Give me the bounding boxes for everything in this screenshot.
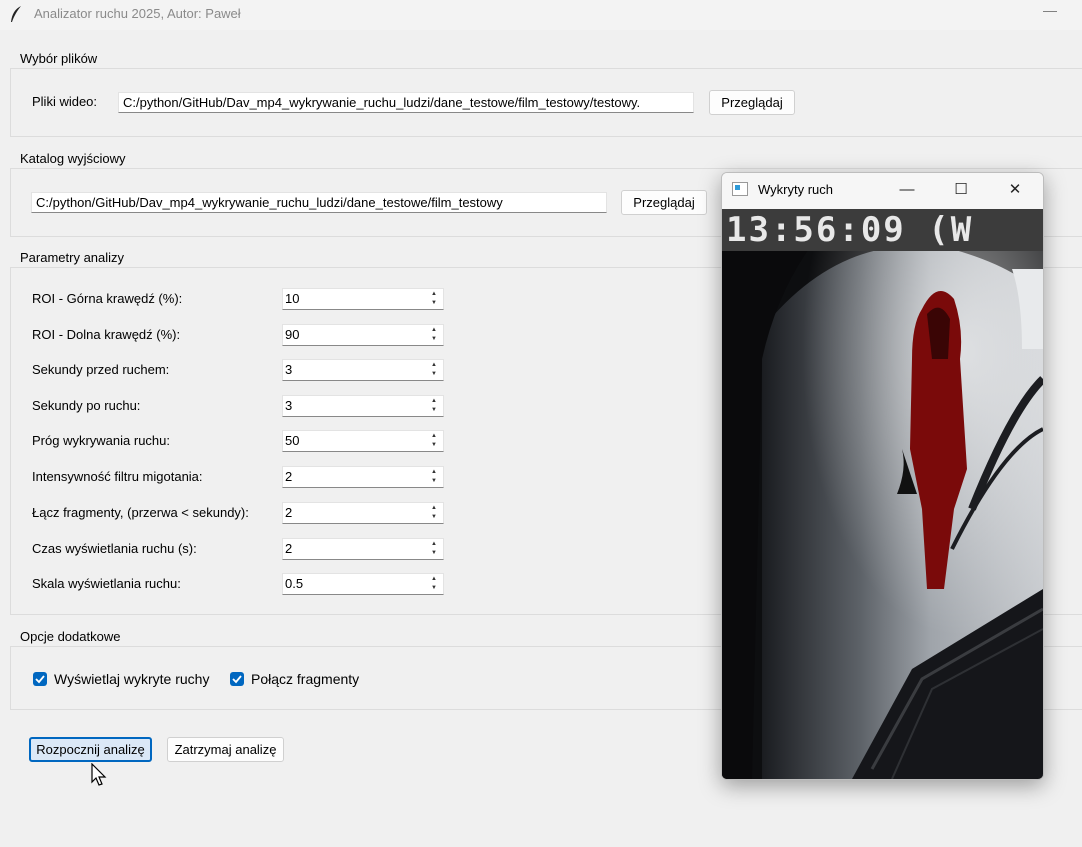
- spin-up-arrow-icon[interactable]: ▲: [427, 326, 441, 335]
- spin-down-arrow-icon[interactable]: ▼: [427, 406, 441, 415]
- spin-up-arrow-icon[interactable]: ▲: [427, 540, 441, 549]
- param-label-roi-bottom: ROI - Dolna krawędź (%):: [32, 327, 181, 342]
- spinbox-value: 90: [285, 327, 300, 342]
- spin-up-arrow-icon[interactable]: ▲: [427, 432, 441, 441]
- param-label-display-scale: Skala wyświetlania ruchu:: [32, 576, 181, 591]
- video-files-label: Pliki wideo:: [32, 94, 98, 109]
- param-label-threshold: Próg wykrywania ruchu:: [32, 433, 170, 448]
- output-path-input[interactable]: C:/python/GitHub/Dav_mp4_wykrywanie_ruch…: [31, 192, 607, 213]
- spinbox-display-time[interactable]: 2 ▲ ▼: [282, 538, 444, 560]
- spin-down-arrow-icon[interactable]: ▼: [427, 549, 441, 558]
- show-motion-label[interactable]: Wyświetlaj wykryte ruchy: [54, 671, 209, 687]
- video-timestamp: 13:56:09 (W: [726, 210, 974, 250]
- checkmark-icon: [35, 675, 45, 684]
- param-label-seconds-before: Sekundy przed ruchem:: [32, 362, 170, 377]
- spinbox-value: 3: [285, 362, 293, 377]
- spinbox-value: 10: [285, 291, 300, 306]
- spinbox-value: 50: [285, 433, 300, 448]
- spinbox-value: 3: [285, 398, 293, 413]
- popup-close-button[interactable]: ✕: [1000, 179, 1030, 201]
- spin-down-arrow-icon[interactable]: ▼: [427, 477, 441, 486]
- spinbox-display-scale[interactable]: 0.5 ▲ ▼: [282, 573, 444, 595]
- spinbox-seconds-before[interactable]: 3 ▲ ▼: [282, 359, 444, 381]
- popup-title-bar[interactable]: Wykryty ruch — ☐ ✕: [722, 173, 1043, 209]
- param-label-seconds-after: Sekundy po ruchu:: [32, 398, 141, 413]
- spinbox-threshold[interactable]: 50 ▲ ▼: [282, 430, 444, 452]
- stop-analysis-button[interactable]: Zatrzymaj analizę: [167, 737, 284, 762]
- popup-maximize-button[interactable]: ☐: [946, 179, 976, 201]
- detected-motion-window[interactable]: Wykryty ruch — ☐ ✕ 13:56:09 (W: [721, 172, 1044, 780]
- spin-down-arrow-icon[interactable]: ▼: [427, 335, 441, 344]
- spin-down-arrow-icon[interactable]: ▼: [427, 441, 441, 450]
- spin-down-arrow-icon[interactable]: ▼: [427, 584, 441, 593]
- spinbox-value: 2: [285, 505, 293, 520]
- spin-down-arrow-icon[interactable]: ▼: [427, 513, 441, 522]
- params-legend: Parametry analizy: [18, 250, 127, 265]
- mouse-cursor-icon: [91, 763, 107, 786]
- spin-up-arrow-icon[interactable]: ▲: [427, 361, 441, 370]
- spin-up-arrow-icon[interactable]: ▲: [427, 504, 441, 513]
- checkmark-icon: [232, 675, 242, 684]
- video-scene-image: [722, 209, 1043, 779]
- spin-down-arrow-icon[interactable]: ▼: [427, 299, 441, 308]
- options-legend: Opcje dodatkowe: [18, 629, 123, 644]
- spinbox-seconds-after[interactable]: 3 ▲ ▼: [282, 395, 444, 417]
- browse-video-button[interactable]: Przeglądaj: [709, 90, 795, 115]
- output-dir-legend: Katalog wyjściowy: [18, 151, 128, 166]
- window-title: Analizator ruchu 2025, Autor: Paweł: [34, 6, 241, 21]
- feather-icon: [11, 6, 21, 22]
- show-motion-checkbox[interactable]: [33, 672, 47, 686]
- title-bar: Analizator ruchu 2025, Autor: Paweł —: [0, 0, 1082, 30]
- start-analysis-button[interactable]: Rozpocznij analizę: [29, 737, 152, 762]
- merge-fragments-checkbox[interactable]: [230, 672, 244, 686]
- param-label-flicker: Intensywność filtru migotania:: [32, 469, 203, 484]
- spinbox-flicker[interactable]: 2 ▲ ▼: [282, 466, 444, 488]
- popup-title: Wykryty ruch: [758, 182, 833, 197]
- spinbox-value: 2: [285, 541, 293, 556]
- window-icon: [732, 182, 748, 196]
- spin-up-arrow-icon[interactable]: ▲: [427, 397, 441, 406]
- video-frame: 13:56:09 (W: [722, 209, 1043, 779]
- spin-up-arrow-icon[interactable]: ▲: [427, 468, 441, 477]
- file-selection-legend: Wybór plików: [18, 51, 100, 66]
- browse-output-button[interactable]: Przeglądaj: [621, 190, 707, 215]
- spinbox-merge-gap[interactable]: 2 ▲ ▼: [282, 502, 444, 524]
- spinbox-value: 0.5: [285, 576, 304, 591]
- video-path-input[interactable]: C:/python/GitHub/Dav_mp4_wykrywanie_ruch…: [118, 92, 694, 113]
- merge-fragments-label[interactable]: Połącz fragmenty: [251, 671, 359, 687]
- param-label-merge-gap: Łącz fragmenty, (przerwa < sekundy):: [32, 505, 249, 520]
- spin-down-arrow-icon[interactable]: ▼: [427, 370, 441, 379]
- spin-up-arrow-icon[interactable]: ▲: [427, 575, 441, 584]
- param-label-roi-top: ROI - Górna krawędź (%):: [32, 291, 183, 306]
- spinbox-roi-top[interactable]: 10 ▲ ▼: [282, 288, 444, 310]
- popup-minimize-button[interactable]: —: [892, 179, 922, 201]
- minimize-button[interactable]: —: [1038, 2, 1062, 26]
- param-label-display-time: Czas wyświetlania ruchu (s):: [32, 541, 197, 556]
- spinbox-roi-bottom[interactable]: 90 ▲ ▼: [282, 324, 444, 346]
- spinbox-value: 2: [285, 469, 293, 484]
- spin-up-arrow-icon[interactable]: ▲: [427, 290, 441, 299]
